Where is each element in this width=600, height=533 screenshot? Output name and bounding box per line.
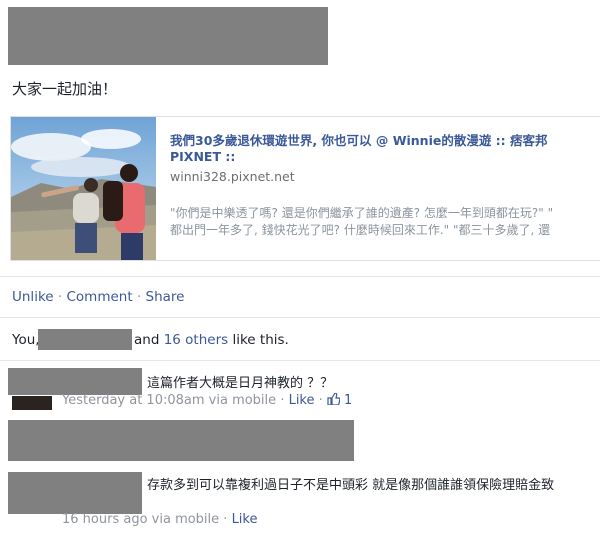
redacted-commenter-avatar-name — [8, 368, 142, 395]
redacted-commenter-avatar-name — [8, 472, 142, 514]
comment-time[interactable]: Yesterday at 10:08am via mobile — [62, 393, 276, 408]
comment-time[interactable]: 16 hours ago via mobile — [62, 512, 219, 527]
link-title[interactable]: 我們30多歲退休環遊世界, 你也可以 @ Winnie的散漫遊 :: 痞客邦 P… — [170, 133, 590, 165]
link-preview-card[interactable]: 我們30多歲退休環遊世界, 你也可以 @ Winnie的散漫遊 :: 痞客邦 P… — [10, 116, 600, 261]
commenter-avatar[interactable] — [12, 396, 52, 410]
likes-divider — [0, 360, 600, 361]
redacted-liker-name — [38, 329, 132, 350]
comment-like-count-value: 1 — [344, 393, 353, 408]
link-description: "你們是中樂透了嗎? 還是你們繼承了誰的遺產? 怎麼一年到頭都在玩?" " 都出… — [170, 205, 600, 239]
comment-like-link[interactable]: Like — [232, 512, 258, 527]
redacted-comment-block — [8, 420, 354, 461]
link-domain: winni328.pixnet.net — [170, 169, 295, 184]
thumbs-up-icon — [327, 392, 341, 406]
comment-like-count[interactable]: 1 — [327, 392, 353, 408]
link-thumbnail-image[interactable] — [11, 117, 156, 260]
comment-like-link[interactable]: Like — [289, 393, 315, 408]
likes-others-link[interactable]: 16 others — [164, 332, 228, 348]
link-description-line-1: "你們是中樂透了嗎? 還是你們繼承了誰的遺產? 怎麼一年到頭都在玩?" " — [170, 206, 554, 220]
comment-text: 存款多到可以靠複利過日子不是中頭彩 就是像那個誰誰領保險理賠金致 — [147, 478, 555, 493]
card-divider — [0, 276, 600, 277]
likes-summary-rest: and 16 others like this. — [134, 332, 289, 348]
unlike-button[interactable]: Unlike — [12, 289, 54, 305]
post-actions: Unlike · Comment · Share — [12, 289, 185, 305]
share-button[interactable]: Share — [146, 289, 185, 305]
action-separator: · — [136, 289, 142, 305]
comment-button[interactable]: Comment — [66, 289, 132, 305]
post-text: 大家一起加油！ — [12, 80, 118, 98]
likes-you: You, — [12, 332, 40, 348]
actions-divider — [0, 317, 600, 318]
comment-text: 這篇作者大概是日月神教的 ？？ — [147, 376, 334, 391]
action-separator: · — [57, 289, 63, 305]
comment-meta: 16 hours ago via mobile · Like — [62, 512, 258, 527]
redacted-author-name — [8, 7, 328, 65]
likes-suffix: like this. — [232, 332, 289, 348]
likes-summary-you: You, — [12, 332, 40, 348]
link-description-line-2: 都出門一年多了, 錢快花光了吧? 什麼時候回來工作." "都三十多歲了, 還 — [170, 223, 551, 237]
comment-meta: Yesterday at 10:08am via mobile · Like ·… — [62, 392, 353, 408]
likes-and: and — [134, 332, 160, 348]
